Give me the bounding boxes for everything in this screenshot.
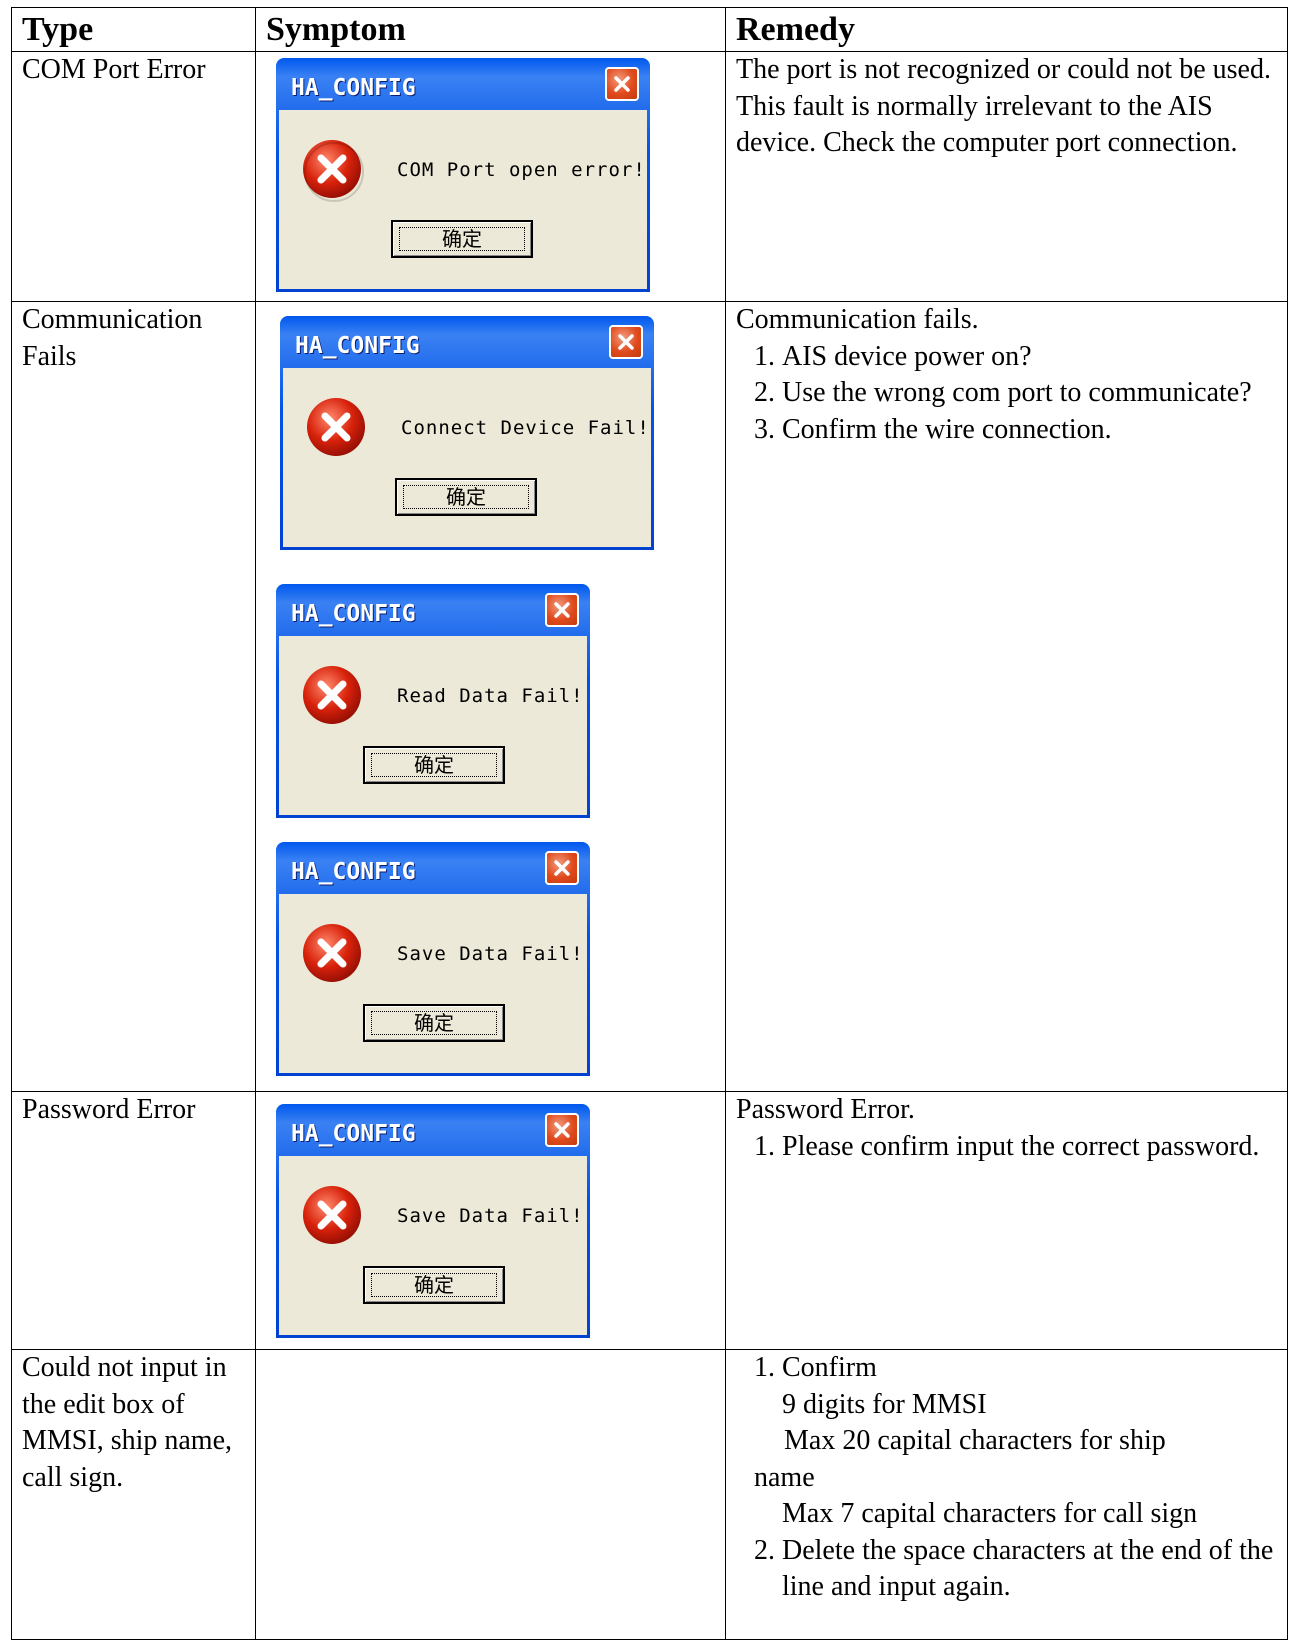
table-row: Communication Fails HA_CONFIG Connect De… <box>11 301 1288 1092</box>
remedy-subline: 9 digits for MMSI <box>782 1388 987 1420</box>
close-button[interactable] <box>545 1113 579 1147</box>
dialog-titlebar[interactable]: HA_CONFIG <box>279 842 587 894</box>
remedy-intro: Password Error. <box>736 1094 915 1125</box>
remedy-subline: name <box>754 1461 815 1493</box>
dialog-message: Read Data Fail! <box>397 685 584 707</box>
header-remedy: Remedy <box>725 7 1288 52</box>
error-circle-x-icon <box>303 924 361 982</box>
close-button[interactable] <box>545 851 579 885</box>
remedy-list: Confirm 9 digits for MMSI Max 20 capital… <box>736 1350 1277 1606</box>
remedy-list: AIS device power on? Use the wrong com p… <box>736 339 1277 449</box>
dialog-title: HA_CONFIG <box>291 859 416 885</box>
symptom-cell <box>255 1349 726 1640</box>
troubleshooting-table: Type Symptom Remedy COM Port Error HA_CO… <box>11 7 1288 1640</box>
error-dialog: HA_CONFIG Connect Device Fail! 确定 <box>280 316 654 550</box>
dialog-titlebar[interactable]: HA_CONFIG <box>279 58 647 110</box>
dialog-title: HA_CONFIG <box>291 601 416 627</box>
symptom-cell: HA_CONFIG COM Port open error! 确定 <box>255 51 726 302</box>
dialog-body: COM Port open error! 确定 <box>279 110 647 289</box>
type-cell: Could not input in the edit box of MMSI,… <box>11 1349 256 1640</box>
error-dialog: HA_CONFIG Read Data Fail! 确定 <box>276 584 590 818</box>
type-cell: Password Error <box>11 1091 256 1350</box>
ok-button[interactable]: 确定 <box>363 1266 505 1304</box>
ok-button[interactable]: 确定 <box>363 746 505 784</box>
dialog-message: Connect Device Fail! <box>401 417 650 439</box>
header-symptom: Symptom <box>255 7 726 52</box>
dialog-message: Save Data Fail! <box>397 943 584 965</box>
list-item: AIS device power on? <box>782 339 1277 376</box>
dialog-title: HA_CONFIG <box>295 333 420 359</box>
error-circle-x-icon <box>303 1186 361 1244</box>
dialog-title: HA_CONFIG <box>291 75 416 101</box>
dialog-body: Read Data Fail! 确定 <box>279 636 587 815</box>
remedy-text: The port is not recognized or could not … <box>736 54 1271 158</box>
ok-button[interactable]: 确定 <box>391 220 533 258</box>
close-x-icon <box>618 334 634 350</box>
header-row: Type Symptom Remedy <box>11 7 1288 52</box>
ok-button[interactable]: 确定 <box>395 478 537 516</box>
error-circle-x-icon <box>303 666 361 724</box>
list-item: Use the wrong com port to communicate? <box>782 375 1277 412</box>
error-dialog: HA_CONFIG Save Data Fail! 确定 <box>276 842 590 1076</box>
remedy-list: Please confirm input the correct passwor… <box>736 1129 1277 1166</box>
dialog-message: COM Port open error! <box>397 159 646 181</box>
dialog-body: Connect Device Fail! 确定 <box>283 368 651 547</box>
remedy-intro: Communication fails. <box>736 304 979 335</box>
remedy-cell: Password Error. Please confirm input the… <box>725 1091 1288 1350</box>
remedy-cell: The port is not recognized or could not … <box>725 51 1288 302</box>
list-item: Confirm the wire connection. <box>782 412 1277 449</box>
dialog-body: Save Data Fail! 确定 <box>279 1156 587 1335</box>
close-x-icon <box>554 602 570 618</box>
symptom-cell: HA_CONFIG Save Data Fail! 确定 <box>255 1091 726 1350</box>
close-x-icon <box>614 76 630 92</box>
dialog-message: Save Data Fail! <box>397 1205 584 1227</box>
remedy-cell: Confirm 9 digits for MMSI Max 20 capital… <box>725 1349 1288 1640</box>
table-row: COM Port Error HA_CONFIG COM Port open e… <box>11 51 1288 302</box>
dialog-title: HA_CONFIG <box>291 1121 416 1147</box>
remedy-subline: Max 20 capital characters for ship <box>784 1425 1166 1456</box>
ok-button[interactable]: 确定 <box>363 1004 505 1042</box>
table-row: Could not input in the edit box of MMSI,… <box>11 1349 1288 1640</box>
close-button[interactable] <box>605 67 639 101</box>
close-button[interactable] <box>609 325 643 359</box>
dialog-titlebar[interactable]: HA_CONFIG <box>279 1104 587 1156</box>
list-item: Please confirm input the correct passwor… <box>782 1129 1277 1166</box>
symptom-cell: HA_CONFIG Connect Device Fail! 确定 HA_CON… <box>255 301 726 1092</box>
error-dialog: HA_CONFIG Save Data Fail! 确定 <box>276 1104 590 1338</box>
remedy-subline: Max 7 capital characters for call sign <box>782 1498 1198 1529</box>
list-item: Delete the space characters at the end o… <box>782 1533 1277 1606</box>
close-button[interactable] <box>545 593 579 627</box>
type-cell: COM Port Error <box>11 51 256 302</box>
type-cell: Communication Fails <box>11 301 256 1092</box>
dialog-titlebar[interactable]: HA_CONFIG <box>279 584 587 636</box>
error-circle-x-icon <box>303 140 364 202</box>
error-dialog: HA_CONFIG COM Port open error! 确定 <box>276 58 650 292</box>
remedy-cell: Communication fails. AIS device power on… <box>725 301 1288 1092</box>
table-row: Password Error HA_CONFIG Save Data Fail! <box>11 1091 1288 1350</box>
dialog-titlebar[interactable]: HA_CONFIG <box>283 316 651 368</box>
close-x-icon <box>554 860 570 876</box>
list-item: Confirm 9 digits for MMSI Max 20 capital… <box>754 1350 1277 1533</box>
header-type: Type <box>11 7 256 52</box>
close-x-icon <box>554 1122 570 1138</box>
dialog-body: Save Data Fail! 确定 <box>279 894 587 1073</box>
error-circle-x-icon <box>307 398 365 456</box>
